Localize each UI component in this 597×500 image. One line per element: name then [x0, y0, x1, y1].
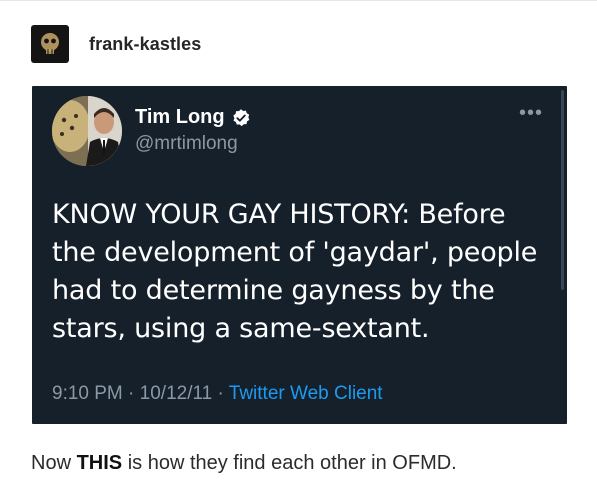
- caption-text: is how they find each other in OFMD.: [122, 452, 457, 474]
- author-name[interactable]: Tim Long: [135, 106, 225, 129]
- tweet-source-link[interactable]: Twitter Web Client: [229, 383, 383, 404]
- caption-text: Now: [31, 452, 77, 474]
- author-name-row: Tim Long: [135, 106, 251, 129]
- tweet-text-line: had to determine gayness by the: [52, 275, 495, 306]
- verified-badge-icon: [232, 108, 249, 126]
- caption-emphasis: THIS: [76, 452, 123, 474]
- author-handle[interactable]: @mrtimlong: [135, 133, 238, 155]
- more-dots-icon[interactable]: •••: [519, 103, 543, 123]
- author-avatar[interactable]: [52, 96, 122, 166]
- skull-emblem-icon: [41, 33, 59, 54]
- tweet-text-line: KNOW YOUR GAY HISTORY: Before: [52, 199, 506, 230]
- tweet-time[interactable]: 9:10 PM: [52, 383, 123, 404]
- tweet-metadata: 9:10 PM · 10/12/11 · Twitter Web Client: [52, 383, 383, 405]
- scrollbar[interactable]: [561, 90, 564, 290]
- tweet-date[interactable]: 10/12/11: [140, 383, 213, 404]
- author-photo: [52, 96, 122, 166]
- post-caption: Now THIS is how they find each other in …: [31, 452, 457, 475]
- tweet-text-line: the development of 'gaydar', people: [52, 237, 538, 268]
- blog-name-link[interactable]: frank-kastles: [89, 34, 201, 55]
- blog-avatar[interactable]: [31, 25, 69, 63]
- embedded-tweet-card[interactable]: Tim Long @mrtimlong ••• KNOW YOUR GAY HI…: [32, 86, 567, 424]
- meta-separator: ·: [217, 383, 229, 404]
- meta-separator: ·: [128, 383, 140, 404]
- post-header: frank-kastles: [31, 24, 201, 64]
- tweet-text-line: stars, using a same-sextant.: [52, 313, 430, 344]
- top-divider: [0, 0, 597, 1]
- tweet-body: KNOW YOUR GAY HISTORY: Before the develo…: [52, 196, 542, 348]
